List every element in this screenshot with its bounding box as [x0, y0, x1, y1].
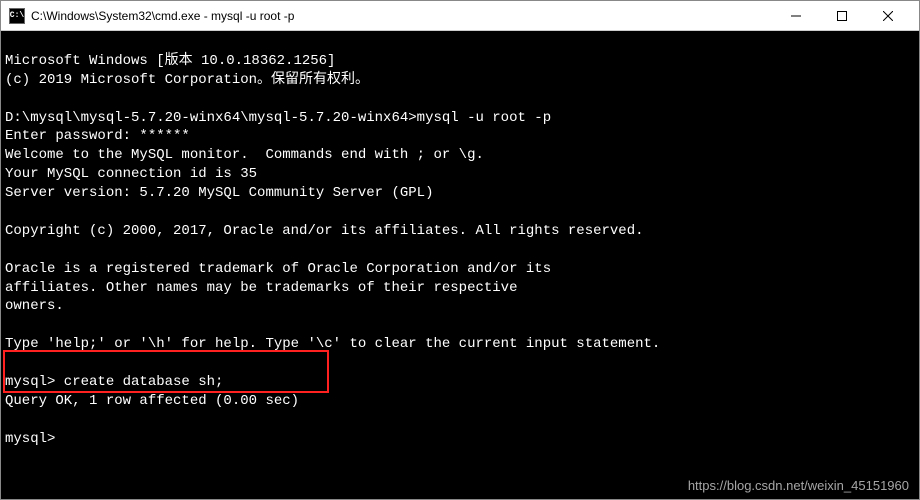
- minimize-button[interactable]: [773, 1, 819, 31]
- cmd-icon: C:\: [9, 8, 25, 24]
- terminal-area[interactable]: Microsoft Windows [版本 10.0.18362.1256] (…: [1, 31, 919, 499]
- terminal-line: Type 'help;' or '\h' for help. Type '\c'…: [5, 336, 660, 352]
- terminal-line: Oracle is a registered trademark of Orac…: [5, 261, 551, 277]
- terminal-line: Query OK, 1 row affected (0.00 sec): [5, 393, 299, 409]
- terminal-line: D:\mysql\mysql-5.7.20-winx64\mysql-5.7.2…: [5, 110, 551, 126]
- maximize-button[interactable]: [819, 1, 865, 31]
- watermark-text: https://blog.csdn.net/weixin_45151960: [688, 478, 909, 493]
- terminal-line: owners.: [5, 298, 64, 314]
- terminal-line: affiliates. Other names may be trademark…: [5, 280, 517, 296]
- terminal-line: (c) 2019 Microsoft Corporation。保留所有权利。: [5, 72, 369, 88]
- window-controls: [773, 1, 911, 31]
- terminal-line: Microsoft Windows [版本 10.0.18362.1256]: [5, 53, 335, 69]
- terminal-line: mysql>: [5, 431, 55, 447]
- terminal-line: Enter password: ******: [5, 128, 190, 144]
- terminal-line: Copyright (c) 2000, 2017, Oracle and/or …: [5, 223, 644, 239]
- terminal-line: Server version: 5.7.20 MySQL Community S…: [5, 185, 433, 201]
- terminal-line: mysql> create database sh;: [5, 374, 223, 390]
- close-button[interactable]: [865, 1, 911, 31]
- terminal-line: Welcome to the MySQL monitor. Commands e…: [5, 147, 484, 163]
- terminal-line: Your MySQL connection id is 35: [5, 166, 257, 182]
- window-title: C:\Windows\System32\cmd.exe - mysql -u r…: [31, 9, 773, 23]
- window-titlebar: C:\ C:\Windows\System32\cmd.exe - mysql …: [1, 1, 919, 31]
